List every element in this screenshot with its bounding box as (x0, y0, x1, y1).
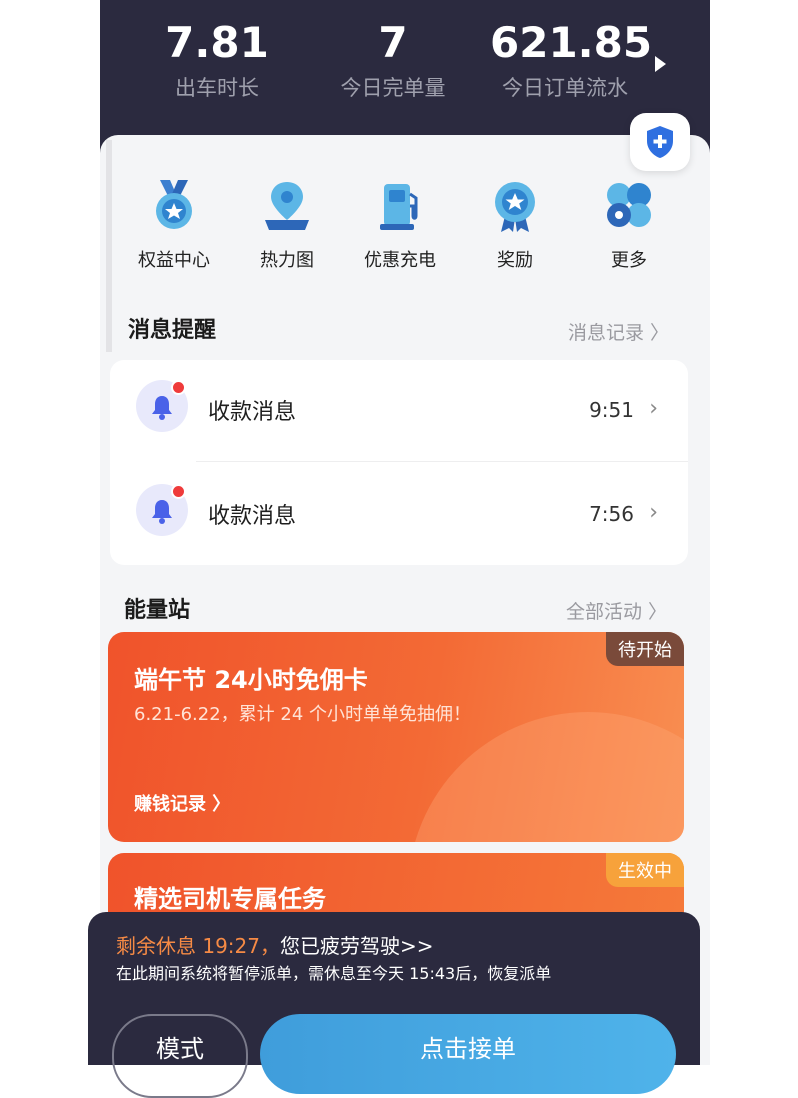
quick-action-charging[interactable]: 优惠充电 (350, 178, 450, 272)
quick-action-rewards[interactable]: 奖励 (465, 178, 565, 272)
quick-action-label: 奖励 (497, 250, 533, 271)
rest-countdown: 剩余休息 19:27， (116, 934, 280, 958)
list-item[interactable]: 收款消息 9:51 › (110, 360, 688, 460)
earnings-record-link[interactable]: 赚钱记录 〉 (134, 790, 230, 816)
chevron-right-icon: › (649, 396, 658, 421)
message-time: 7:56 (589, 502, 634, 526)
stat-value: 7 (378, 18, 408, 67)
promo-subtitle: 6.21-6.22，累计 24 个小时单单免抽佣！ (134, 704, 471, 725)
shield-plus-icon (647, 126, 673, 158)
quick-action-more[interactable]: 更多 (579, 178, 679, 272)
notification-avatar (136, 380, 188, 432)
quick-action-label: 更多 (611, 250, 647, 271)
status-badge: 待开始 (606, 632, 684, 666)
energy-section-title: 能量站 (124, 598, 191, 623)
unread-dot (171, 380, 186, 395)
stat-label: 今日完单量 (340, 76, 446, 100)
play-arrow-icon[interactable] (655, 56, 666, 72)
mode-button[interactable]: 模式 (112, 1014, 248, 1098)
map-pin-icon (265, 182, 309, 230)
unread-dot (171, 484, 186, 499)
safety-shield-button[interactable] (630, 113, 690, 171)
messages-section-title: 消息提醒 (128, 318, 217, 343)
stat-order-revenue[interactable]: 621.85 今日订单流水 (490, 16, 653, 102)
promo-card-dragon-boat[interactable]: 待开始 端午节 24小时免佣卡 6.21-6.22，累计 24 个小时单单免抽佣… (108, 632, 684, 842)
messages-list: 收款消息 9:51 › 收款消息 7:56 › (110, 360, 688, 565)
scroll-indicator (106, 140, 112, 352)
promo-title: 端午节 24小时免佣卡 (134, 666, 368, 694)
accept-orders-button[interactable]: 点击接单 (260, 1014, 676, 1094)
stat-value: 7.81 (165, 18, 269, 67)
fatigue-warning: 您已疲劳驾驶>> (280, 934, 434, 958)
message-time: 9:51 (589, 398, 634, 422)
quick-action-label: 权益中心 (138, 250, 210, 271)
stat-value: 621.85 (490, 18, 653, 67)
stat-label: 出车时长 (175, 76, 259, 100)
all-activities-link[interactable]: 全部活动 〉 (566, 597, 667, 624)
status-badge: 生效中 (606, 853, 684, 887)
phone-screen: 7.81 出车时长 7 今日完单量 621.85 今日订单流水 权益中心 热力图… (100, 0, 710, 1065)
stat-orders-completed[interactable]: 7 今日完单量 (328, 16, 458, 102)
quick-action-label: 热力图 (260, 250, 314, 271)
rest-notice-detail: 在此期间系统将暂停派单，需休息至今天 15:43后，恢复派单 (116, 964, 552, 983)
reward-badge-icon (495, 182, 535, 232)
message-history-link[interactable]: 消息记录 〉 (568, 318, 669, 345)
message-title: 收款消息 (208, 504, 297, 529)
quick-action-heatmap[interactable]: 热力图 (237, 178, 337, 272)
rest-notice-panel: 剩余休息 19:27，您已疲劳驾驶>> 在此期间系统将暂停派单，需休息至今天 1… (88, 912, 700, 1098)
quick-action-benefits[interactable]: 权益中心 (124, 178, 224, 272)
divider (196, 461, 688, 462)
more-apps-icon (607, 183, 651, 227)
quick-action-label: 优惠充电 (364, 250, 436, 271)
medal-icon (156, 180, 192, 229)
decorative-circle (408, 712, 684, 842)
charging-station-icon (380, 184, 418, 230)
message-title: 收款消息 (208, 400, 297, 425)
chevron-right-icon: › (649, 500, 658, 525)
stat-label: 今日订单流水 (502, 76, 628, 100)
promo-title: 精选司机专属任务 (134, 885, 326, 913)
list-item[interactable]: 收款消息 7:56 › (110, 464, 688, 564)
notification-avatar (136, 484, 188, 536)
stat-drive-hours[interactable]: 7.81 出车时长 (162, 16, 272, 102)
rest-notice-headline[interactable]: 剩余休息 19:27，您已疲劳驾驶>> (116, 930, 434, 959)
